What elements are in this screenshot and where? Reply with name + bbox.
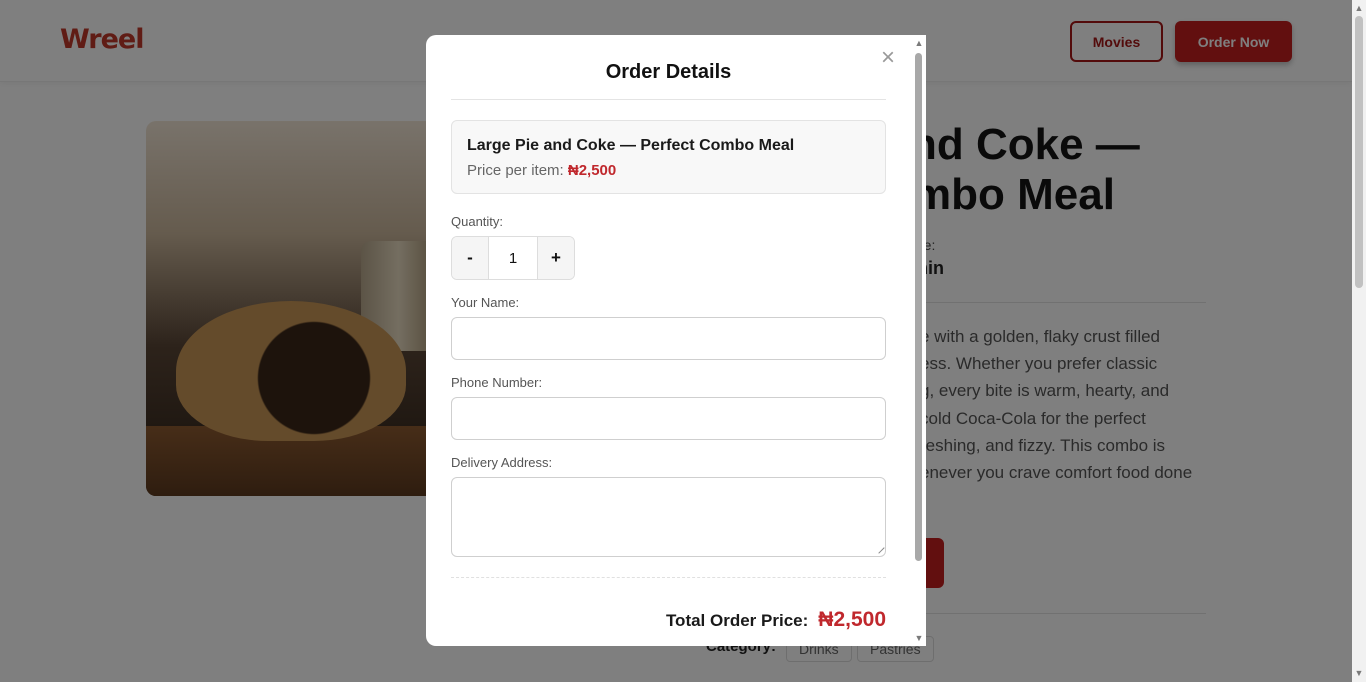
scroll-up-icon[interactable]: ▲	[1354, 3, 1364, 13]
decrement-button[interactable]: -	[452, 237, 488, 279]
order-details-modal: × Order Details Large Pie and Coke — Per…	[426, 35, 926, 646]
modal-scrollbar[interactable]: ▲ ▼	[912, 35, 926, 646]
address-field[interactable]	[451, 477, 886, 557]
scroll-up-icon[interactable]: ▲	[914, 38, 924, 48]
scroll-down-icon[interactable]: ▼	[1354, 668, 1364, 678]
item-name: Large Pie and Coke — Perfect Combo Meal	[467, 137, 795, 154]
modal-scroll-thumb[interactable]	[915, 53, 922, 561]
name-field[interactable]	[451, 317, 886, 360]
increment-button[interactable]: +	[538, 237, 574, 279]
price-label: Price per item:	[467, 162, 564, 179]
total-label: Total Order Price:	[665, 611, 809, 630]
divider	[451, 99, 886, 100]
phone-field[interactable]	[451, 397, 886, 440]
price-value: ₦2,500	[567, 162, 617, 179]
quantity-value[interactable]: 1	[488, 237, 538, 279]
name-label: Your Name:	[451, 295, 520, 310]
modal-title: Order Details	[605, 61, 732, 83]
address-label: Delivery Address:	[451, 455, 553, 470]
total-value: ₦2,500	[818, 608, 886, 631]
modal-content: × Order Details Large Pie and Coke — Per…	[426, 35, 912, 646]
quantity-stepper: - 1 +	[451, 236, 575, 280]
order-total: Total Order Price: ₦2,500	[666, 608, 886, 632]
order-summary-card: Large Pie and Coke — Perfect Combo Meal …	[451, 120, 886, 194]
phone-label: Phone Number:	[451, 375, 543, 390]
scroll-down-icon[interactable]: ▼	[914, 633, 924, 643]
page-scroll-thumb[interactable]	[1355, 16, 1363, 288]
page-scrollbar[interactable]: ▲ ▼	[1352, 0, 1366, 682]
divider	[451, 577, 886, 578]
quantity-label: Quantity:	[451, 214, 504, 229]
price-per-item: Price per item: ₦2,500	[467, 162, 616, 179]
